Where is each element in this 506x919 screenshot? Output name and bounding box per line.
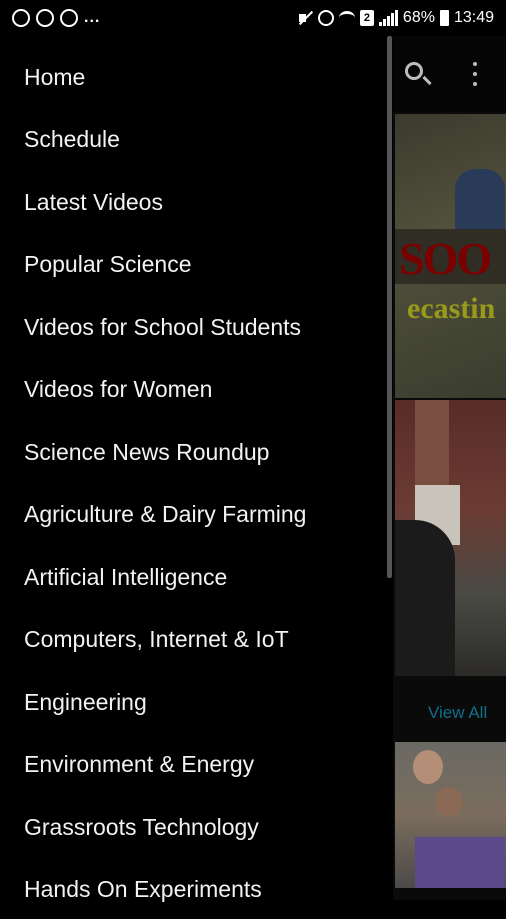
more-notifications-text: ... xyxy=(84,9,101,26)
notification-icons: ... xyxy=(0,9,100,27)
battery-percent: 68% xyxy=(402,9,435,26)
navigation-drawer: Home Schedule Latest Videos Popular Scie… xyxy=(0,36,393,902)
drawer-item-science-news-roundup[interactable]: Science News Roundup xyxy=(0,422,385,482)
view-all-link[interactable]: View All xyxy=(428,703,487,723)
drawer-item-grassroots-technology[interactable]: Grassroots Technology xyxy=(0,797,385,857)
app-toolbar xyxy=(393,36,506,112)
drawer-item-videos-for-school-students[interactable]: Videos for School Students xyxy=(0,297,385,357)
drawer-item-schedule[interactable]: Schedule xyxy=(0,109,385,169)
mute-icon xyxy=(297,10,313,26)
drawer-item-engineering[interactable]: Engineering xyxy=(0,672,385,732)
app-notification-icon xyxy=(12,9,30,27)
video-thumbnail-people[interactable] xyxy=(395,742,506,888)
thumbnail-subtitle-text: ecastin xyxy=(407,292,496,325)
drawer-item-agriculture-dairy-farming[interactable]: Agriculture & Dairy Farming xyxy=(0,484,385,544)
drawer-item-home[interactable]: Home xyxy=(0,47,385,107)
app-notification-icon-2 xyxy=(36,9,54,27)
status-bar: ... 2 68% 13:49 xyxy=(0,0,506,36)
alarm-icon xyxy=(317,10,334,26)
battery-icon xyxy=(439,10,449,26)
drawer-item-environment-energy[interactable]: Environment & Energy xyxy=(0,734,385,794)
drawer-item-videos-for-women[interactable]: Videos for Women xyxy=(0,359,385,419)
wifi-icon xyxy=(338,11,355,25)
system-icons: 2 68% 13:49 xyxy=(297,9,506,27)
search-icon[interactable] xyxy=(405,62,423,80)
whatsapp-icon xyxy=(60,9,78,27)
video-thumbnail-featured[interactable]: SOO ecastin xyxy=(395,114,506,398)
sim-slot-icon: 2 xyxy=(359,10,374,26)
drawer-item-popular-science[interactable]: Popular Science xyxy=(0,234,385,294)
clock: 13:49 xyxy=(453,9,494,26)
signal-icon xyxy=(378,10,398,26)
drawer-item-computers-internet-iot[interactable]: Computers, Internet & IoT xyxy=(0,609,385,669)
video-thumbnail-lab[interactable] xyxy=(395,400,506,676)
drawer-item-artificial-intelligence[interactable]: Artificial Intelligence xyxy=(0,547,385,607)
more-options-icon[interactable] xyxy=(473,62,477,86)
drawer-scrollbar[interactable] xyxy=(387,36,392,578)
drawer-item-hands-on-experiments[interactable]: Hands On Experiments xyxy=(0,859,385,919)
thumbnail-title-text: SOO xyxy=(399,233,492,284)
drawer-item-latest-videos[interactable]: Latest Videos xyxy=(0,172,385,232)
